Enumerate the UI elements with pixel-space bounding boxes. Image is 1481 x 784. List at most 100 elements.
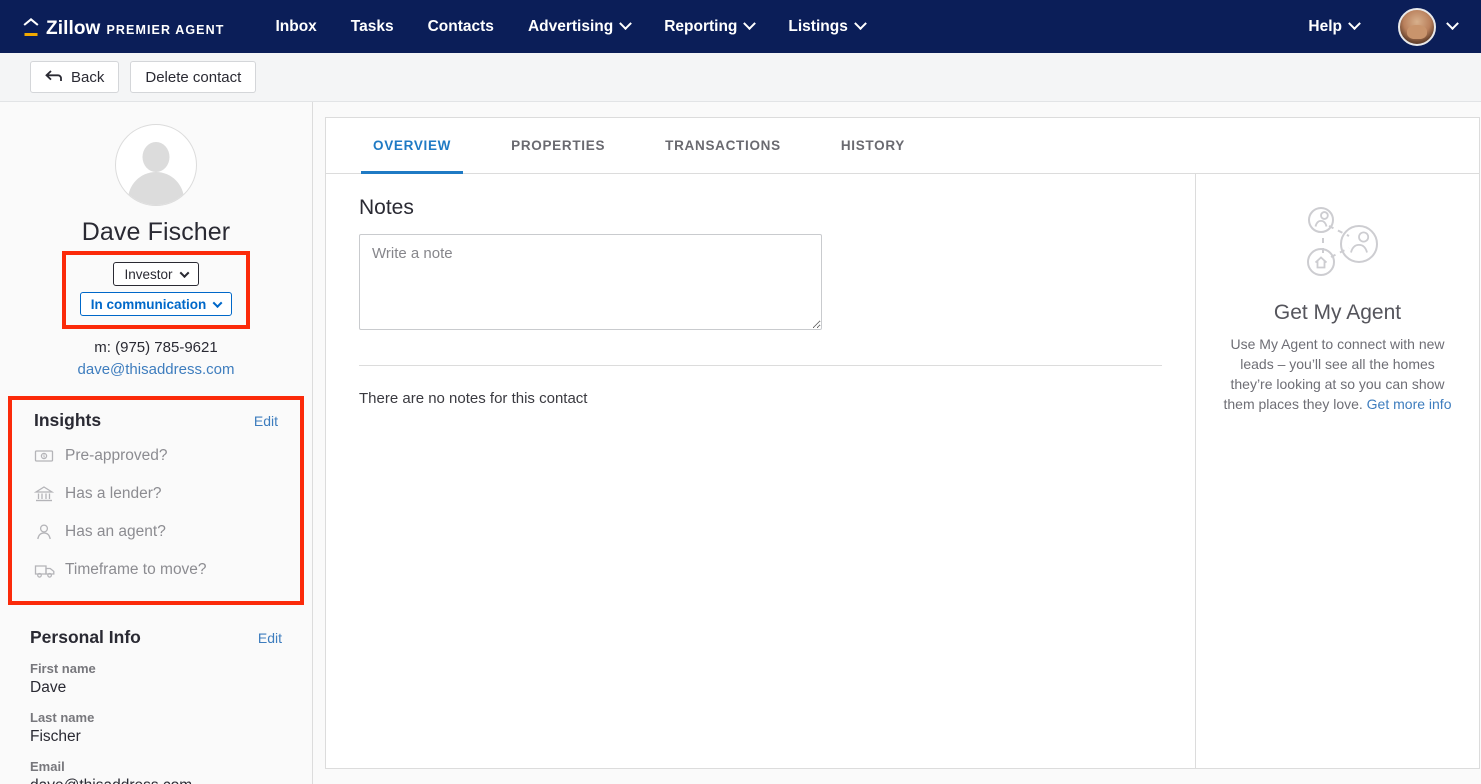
nav-item-contacts[interactable]: Contacts — [411, 0, 511, 53]
nav-label: Tasks — [350, 18, 394, 35]
tab-label: TRANSACTIONS — [665, 137, 781, 153]
chevron-down-icon — [619, 17, 633, 31]
tab-transactions[interactable]: TRANSACTIONS — [653, 119, 793, 174]
chevron-down-icon — [212, 297, 223, 308]
insights-title: Insights — [34, 410, 102, 430]
nav-item-tasks[interactable]: Tasks — [334, 0, 411, 53]
nav-item-help[interactable]: Help — [1291, 0, 1376, 53]
insight-row-timeframe[interactable]: Timeframe to move? — [12, 551, 300, 589]
primary-nav-links: Inbox Tasks Contacts Advertising Reporti… — [258, 0, 881, 53]
personal-info-edit-link[interactable]: Edit — [258, 630, 282, 646]
insights-section-highlight: Insights Edit $ Pre-approved? Has a lend… — [8, 396, 304, 605]
moving-truck-icon — [34, 560, 55, 580]
chevron-down-icon — [179, 267, 189, 278]
personal-info-header: Personal Info Edit — [30, 627, 282, 648]
tab-properties[interactable]: PROPERTIES — [499, 119, 617, 174]
zillow-premier-agent-logo[interactable]: Zillow PREMIER AGENT — [22, 16, 224, 38]
tab-label: OVERVIEW — [373, 137, 452, 153]
field-label: Last name — [30, 710, 95, 725]
insight-row-pre-approved[interactable]: $ Pre-approved? — [12, 437, 300, 475]
brand-name: Zillow — [46, 17, 101, 39]
zillow-house-icon — [22, 16, 40, 38]
back-arrow-icon — [45, 69, 62, 86]
delete-contact-button[interactable]: Delete contact — [130, 61, 257, 93]
notes-empty-message: There are no notes for this contact — [359, 390, 588, 407]
chevron-down-icon — [1446, 17, 1459, 31]
insights-header: Insights Edit — [34, 410, 278, 431]
contact-sidebar: Dave Fischer Investor In communication m… — [0, 102, 313, 784]
delete-contact-label: Delete contact — [145, 68, 242, 86]
notes-section: Notes There are no notes for this contac… — [326, 174, 1196, 768]
page-body: Dave Fischer Investor In communication m… — [0, 102, 1481, 784]
field-value: dave@thisaddress.com — [30, 777, 282, 784]
get-more-info-link[interactable]: Get more info — [1367, 396, 1452, 412]
page-title: Dave Fischer — [81, 218, 231, 246]
nav-label: Listings — [788, 18, 848, 35]
agent-panel-body: Use My Agent to connect with new leads –… — [1218, 334, 1457, 414]
money-bill-icon: $ — [34, 446, 54, 466]
contact-avatar-placeholder-icon — [115, 124, 197, 206]
nav-label: Help — [1308, 18, 1342, 35]
contact-type-dropdown[interactable]: Investor — [113, 262, 199, 286]
nav-label: Contacts — [427, 18, 494, 35]
field-last-name: Last name Fischer — [30, 710, 282, 746]
back-label: Back — [71, 68, 105, 86]
field-email: Email dave@thisaddress.com — [30, 759, 282, 784]
contact-type-label: Investor — [124, 266, 173, 282]
svg-text:$: $ — [43, 454, 46, 460]
chevron-down-icon — [853, 17, 867, 31]
tab-overview[interactable]: OVERVIEW — [361, 119, 464, 174]
insight-label: Has a lender? — [65, 485, 162, 502]
brand-subtitle: PREMIER AGENT — [106, 23, 225, 37]
chevron-down-icon — [1348, 17, 1361, 31]
field-label: Email — [30, 759, 65, 774]
insight-row-has-agent[interactable]: Has an agent? — [12, 513, 300, 551]
contact-status-label: In communication — [90, 296, 207, 312]
contact-tags-highlight: Investor In communication — [62, 251, 250, 329]
nav-label: Inbox — [275, 18, 317, 35]
tab-label: PROPERTIES — [511, 137, 606, 153]
nav-item-advertising[interactable]: Advertising — [511, 0, 647, 53]
insights-edit-link[interactable]: Edit — [254, 413, 278, 429]
insight-row-has-lender[interactable]: Has a lender? — [12, 475, 300, 513]
agent-panel-title: Get My Agent — [1273, 301, 1402, 324]
tab-history[interactable]: HISTORY — [829, 119, 917, 174]
notes-title: Notes — [359, 196, 414, 219]
nav-item-inbox[interactable]: Inbox — [258, 0, 333, 53]
person-icon — [34, 522, 54, 542]
agent-network-icon — [1218, 202, 1457, 285]
field-first-name: First name Dave — [30, 661, 282, 697]
avatar — [1398, 7, 1436, 46]
personal-info-title: Personal Info — [30, 627, 141, 647]
overview-panel: Notes There are no notes for this contac… — [326, 174, 1479, 768]
insight-label: Pre-approved? — [65, 447, 168, 464]
insight-label: Has an agent? — [65, 523, 166, 540]
page-toolbar: Back Delete contact — [0, 53, 1481, 102]
contact-status-dropdown[interactable]: In communication — [79, 292, 233, 316]
bank-icon — [33, 484, 55, 504]
contact-phone: m: (975) 785-9621 — [94, 339, 218, 356]
contact-profile-header: Dave Fischer Investor In communication m… — [0, 124, 312, 379]
personal-info-section: Personal Info Edit First name Dave Last … — [0, 627, 312, 784]
contact-tabs: OVERVIEW PROPERTIES TRANSACTIONS HISTORY — [326, 118, 1479, 174]
contact-detail-card: OVERVIEW PROPERTIES TRANSACTIONS HISTORY… — [325, 117, 1480, 769]
notes-divider — [359, 365, 1162, 366]
field-label: First name — [30, 661, 96, 676]
get-my-agent-panel: Get My Agent Use My Agent to connect wit… — [1196, 174, 1479, 768]
contact-email-link[interactable]: dave@thisaddress.com — [78, 361, 235, 378]
nav-right-group: Help — [1291, 0, 1467, 53]
main-content: OVERVIEW PROPERTIES TRANSACTIONS HISTORY… — [313, 102, 1481, 784]
nav-item-listings[interactable]: Listings — [771, 0, 881, 53]
top-navigation-bar: Zillow PREMIER AGENT Inbox Tasks Contact… — [0, 0, 1481, 53]
field-value: Fischer — [30, 728, 81, 745]
field-value: Dave — [30, 679, 67, 696]
nav-label: Advertising — [527, 18, 614, 35]
user-account-menu[interactable] — [1398, 7, 1459, 46]
chevron-down-icon — [743, 17, 757, 31]
back-button[interactable]: Back — [30, 61, 120, 93]
insight-label: Timeframe to move? — [65, 561, 207, 578]
note-input[interactable] — [359, 234, 822, 330]
nav-label: Reporting — [664, 18, 738, 35]
nav-item-reporting[interactable]: Reporting — [647, 0, 771, 53]
tab-label: HISTORY — [840, 137, 905, 153]
